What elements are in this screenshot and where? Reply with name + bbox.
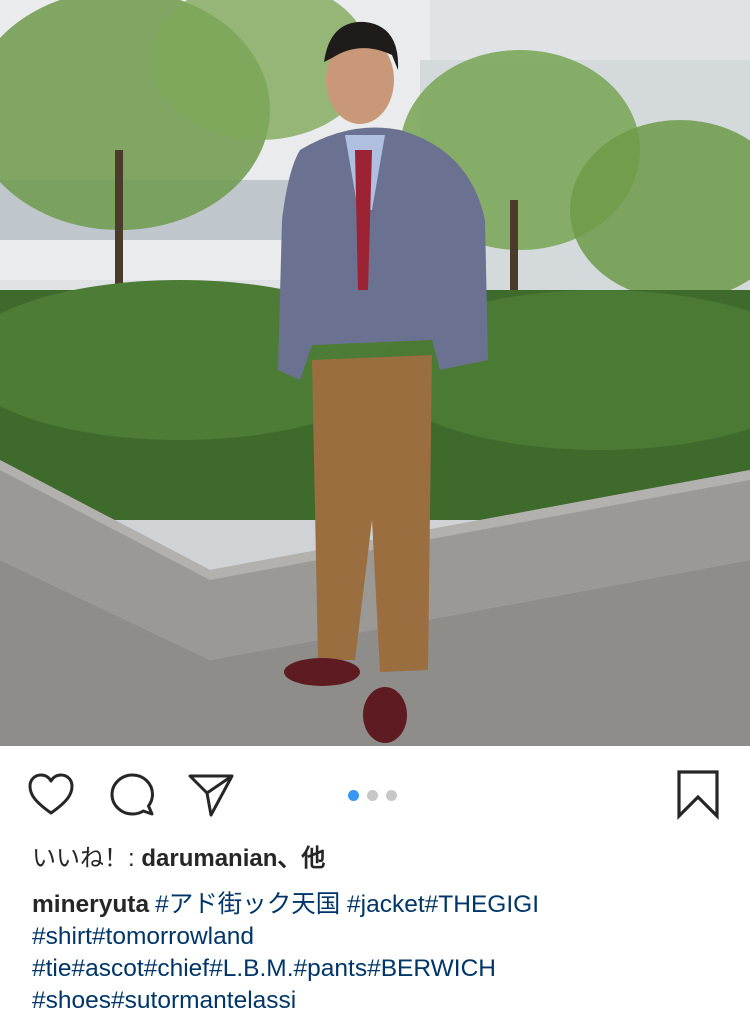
- hashtag[interactable]: #L.B.M.: [209, 955, 293, 982]
- share-button[interactable]: [186, 770, 236, 820]
- comment-icon[interactable]: [107, 770, 157, 820]
- hashtag[interactable]: #アド街ック天国: [155, 891, 340, 918]
- likes-users-link[interactable]: darumanian、他: [141, 845, 325, 872]
- carousel-dot: [386, 789, 397, 801]
- comment-button[interactable]: [107, 770, 157, 820]
- hashtag[interactable]: #THEGIGI: [425, 891, 539, 918]
- carousel-dot-active: [348, 789, 359, 801]
- caption-line: #shirt#tomorrowland: [32, 921, 732, 953]
- hashtag[interactable]: #pants: [294, 955, 368, 982]
- likes-line: いいね！: darumanian、他: [32, 843, 732, 875]
- like-button[interactable]: [26, 770, 76, 820]
- hashtag[interactable]: #chief: [144, 955, 209, 982]
- hashtag[interactable]: #sutormantelassi: [111, 987, 296, 1014]
- post-caption: mineryuta #アド街ック天国 #jacket#THEGIGI #shirt…: [32, 889, 732, 1017]
- hashtag[interactable]: #ascot: [72, 955, 144, 982]
- likes-prefix: いいね！:: [32, 845, 142, 872]
- caption-line: #tie#ascot#chief#L.B.M.#pants#BERWICH: [32, 953, 732, 985]
- post-action-bar: [0, 746, 750, 842]
- hashtag[interactable]: #shoes: [32, 987, 111, 1014]
- carousel-indicator: [348, 788, 397, 802]
- hashtag[interactable]: #shirt: [32, 923, 92, 950]
- hashtag[interactable]: #BERWICH: [367, 955, 496, 982]
- bookmark-icon[interactable]: [674, 768, 722, 820]
- caption-username[interactable]: mineryuta: [32, 891, 149, 918]
- post-photo-illustration: [0, 0, 750, 746]
- hashtag[interactable]: #jacket: [347, 891, 425, 918]
- heart-icon[interactable]: [26, 770, 76, 820]
- paper-plane-icon[interactable]: [186, 770, 236, 820]
- caption-line: #shoes#sutormantelassi: [32, 985, 732, 1017]
- save-button[interactable]: [674, 768, 722, 820]
- post-photo[interactable]: [0, 0, 750, 746]
- hashtag[interactable]: #tie: [32, 955, 72, 982]
- caption-line: mineryuta #アド街ック天国 #jacket#THEGIGI: [32, 889, 732, 921]
- carousel-dot: [367, 789, 378, 801]
- caption-space: [340, 891, 347, 918]
- hashtag[interactable]: #tomorrowland: [92, 923, 254, 950]
